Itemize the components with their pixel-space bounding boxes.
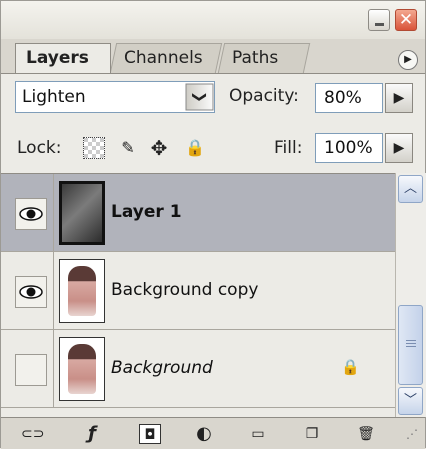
minimize-icon[interactable] [368, 9, 390, 31]
panel-tabs: Layers Channels Paths [1, 39, 425, 74]
tab-label: Paths [232, 48, 279, 68]
link-layers-icon[interactable]: ⊂⊃ [21, 424, 44, 444]
layer-thumbnail [59, 259, 105, 323]
lock-label: Lock: [17, 138, 62, 158]
layer-row-background-copy[interactable]: Background copy [1, 252, 395, 330]
visibility-toggle[interactable] [15, 354, 47, 386]
scroll-thumb[interactable] [398, 305, 423, 385]
layer-name[interactable]: Background copy [111, 280, 258, 300]
fill-label: Fill: [274, 138, 303, 158]
scroll-up-icon[interactable]: ︿ [398, 175, 423, 203]
opacity-label: Opacity: [229, 86, 299, 106]
layers-list: Layer 1 Background copy Background 🔒 [1, 173, 395, 418]
tab-layers[interactable]: Layers [15, 43, 111, 73]
resize-grip-icon[interactable]: ⋰ [401, 424, 423, 444]
eye-icon [19, 285, 43, 299]
tab-paths[interactable]: Paths [217, 43, 311, 73]
chevron-down-icon[interactable]: ❯ [185, 83, 214, 111]
lock-position-icon[interactable]: ✥ [148, 137, 170, 159]
visibility-toggle[interactable] [15, 198, 47, 230]
fill-slider-button[interactable]: ▶ [385, 133, 413, 163]
lock-all-icon[interactable]: 🔒 [184, 137, 206, 159]
layer-name[interactable]: Layer 1 [111, 202, 182, 222]
new-group-icon[interactable]: ▭ [247, 424, 269, 444]
lock-image-pixels-icon[interactable]: ✎ [117, 137, 139, 159]
blend-mode-select[interactable]: Lighten ❯ [15, 81, 215, 113]
visibility-toggle[interactable] [15, 276, 47, 308]
opacity-input[interactable]: 80% [315, 83, 383, 113]
layer-thumbnail [59, 337, 105, 401]
close-icon[interactable]: ✕ [395, 9, 417, 31]
tab-label: Channels [124, 48, 203, 68]
layer-name[interactable]: Background [111, 358, 213, 378]
layers-scrollbar[interactable]: ︿ ﹀ [395, 173, 426, 417]
tab-channels[interactable]: Channels [109, 43, 223, 73]
layer-link-column [53, 174, 54, 252]
layer-row-layer-1[interactable]: Layer 1 [1, 174, 395, 252]
scroll-down-icon[interactable]: ﹀ [398, 387, 423, 415]
panel-titlebar: ✕ [1, 1, 425, 40]
layer-mask-icon[interactable]: ◘ [139, 424, 161, 444]
layer-lock-icon: 🔒 [341, 358, 360, 376]
lock-transparent-pixels-icon[interactable] [83, 137, 105, 159]
layer-style-icon[interactable]: ƒ [81, 424, 103, 444]
layer-link-column [53, 252, 54, 330]
tab-label: Layers [26, 48, 89, 68]
layers-panel: ✕ Layers Channels Paths ▶ Lighten ❯ Opac… [0, 0, 426, 449]
delete-layer-icon[interactable]: 🗑 [355, 424, 377, 444]
adjustment-layer-icon[interactable]: ◐ [193, 424, 215, 444]
layer-thumbnail [59, 181, 105, 245]
layer-row-background[interactable]: Background 🔒 [1, 330, 395, 408]
panel-menu-icon[interactable]: ▶ [398, 50, 418, 70]
opacity-slider-button[interactable]: ▶ [385, 83, 413, 113]
fill-input[interactable]: 100% [315, 133, 383, 163]
blend-mode-value: Lighten [22, 87, 86, 107]
new-layer-icon[interactable]: ❐ [301, 424, 323, 444]
eye-icon [19, 207, 43, 221]
layer-link-column [53, 330, 54, 408]
panel-bottom-toolbar: ⊂⊃ ƒ ◘ ◐ ▭ ❐ 🗑 ⋰ [1, 417, 425, 449]
